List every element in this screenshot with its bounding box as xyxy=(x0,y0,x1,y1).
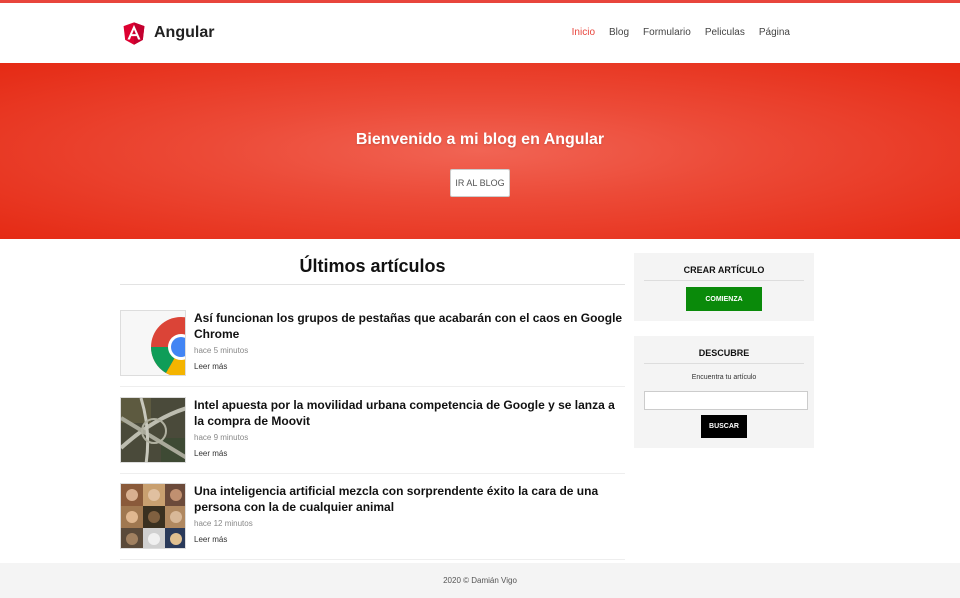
nav-item-blog[interactable]: Blog xyxy=(609,27,629,38)
article-title[interactable]: Intel apuesta por la movilidad urbana co… xyxy=(194,397,626,429)
article-thumbnail[interactable] xyxy=(120,310,186,376)
hero-title: Bienvenido a mi blog en Angular xyxy=(355,131,605,148)
nav-item-formulario[interactable]: Formulario xyxy=(643,27,691,38)
title-divider xyxy=(120,284,625,285)
article-thumbnail[interactable] xyxy=(120,397,186,463)
read-more-link[interactable]: Leer más xyxy=(194,535,227,544)
angular-logo-icon xyxy=(123,22,145,45)
brand-logo[interactable]: Angular xyxy=(120,18,214,48)
discover-title: DESCUBRE xyxy=(698,348,750,358)
page-title: Últimos artículos xyxy=(299,256,446,276)
panel-divider xyxy=(644,280,804,281)
article-title[interactable]: Una inteligencia artificial mezcla con s… xyxy=(194,483,626,515)
article-divider xyxy=(120,559,625,560)
nav-item-peliculas[interactable]: Peliculas xyxy=(705,27,745,38)
article-date: hace 12 minutos xyxy=(194,519,253,528)
article-divider xyxy=(120,386,625,387)
hero-banner: Bienvenido a mi blog en Angular IR AL BL… xyxy=(0,63,960,239)
main-nav: Inicio Blog Formulario Peliculas Página xyxy=(558,27,790,38)
chrome-logo-icon xyxy=(121,311,185,375)
search-label: Encuentra tu artículo xyxy=(691,374,757,381)
create-article-title: CREAR ARTÍCULO xyxy=(683,265,765,275)
create-article-panel: CREAR ARTÍCULO COMIENZA xyxy=(634,253,814,321)
nav-item-pagina[interactable]: Página xyxy=(759,27,790,38)
footer-text: 2020 © Damián Vigo xyxy=(443,576,517,585)
read-more-link[interactable]: Leer más xyxy=(194,449,227,458)
search-button[interactable]: BUSCAR xyxy=(701,415,747,438)
site-header: Angular Inicio Blog Formulario Peliculas… xyxy=(0,3,960,63)
article-item: Intel apuesta por la movilidad urbana co… xyxy=(120,397,626,474)
start-button[interactable]: COMIENZA xyxy=(686,287,762,311)
article-title[interactable]: Así funcionan los grupos de pestañas que… xyxy=(194,310,626,342)
panel-divider xyxy=(644,363,804,364)
site-footer: 2020 © Damián Vigo xyxy=(0,563,960,598)
discover-panel: DESCUBRE Encuentra tu artículo BUSCAR xyxy=(634,336,814,448)
brand-name: Angular xyxy=(154,24,215,41)
face-grid-image xyxy=(121,484,185,548)
article-date: hace 9 minutos xyxy=(194,433,249,442)
search-input[interactable] xyxy=(644,391,808,410)
article-thumbnail[interactable] xyxy=(120,483,186,549)
article-divider xyxy=(120,473,625,474)
article-item: Una inteligencia artificial mezcla con s… xyxy=(120,483,626,560)
highway-aerial-image xyxy=(121,398,185,462)
go-to-blog-button[interactable]: IR AL BLOG xyxy=(450,169,510,197)
read-more-link[interactable]: Leer más xyxy=(194,362,227,371)
nav-item-inicio[interactable]: Inicio xyxy=(572,27,595,38)
article-date: hace 5 minutos xyxy=(194,346,249,355)
article-item: Así funcionan los grupos de pestañas que… xyxy=(120,310,626,387)
